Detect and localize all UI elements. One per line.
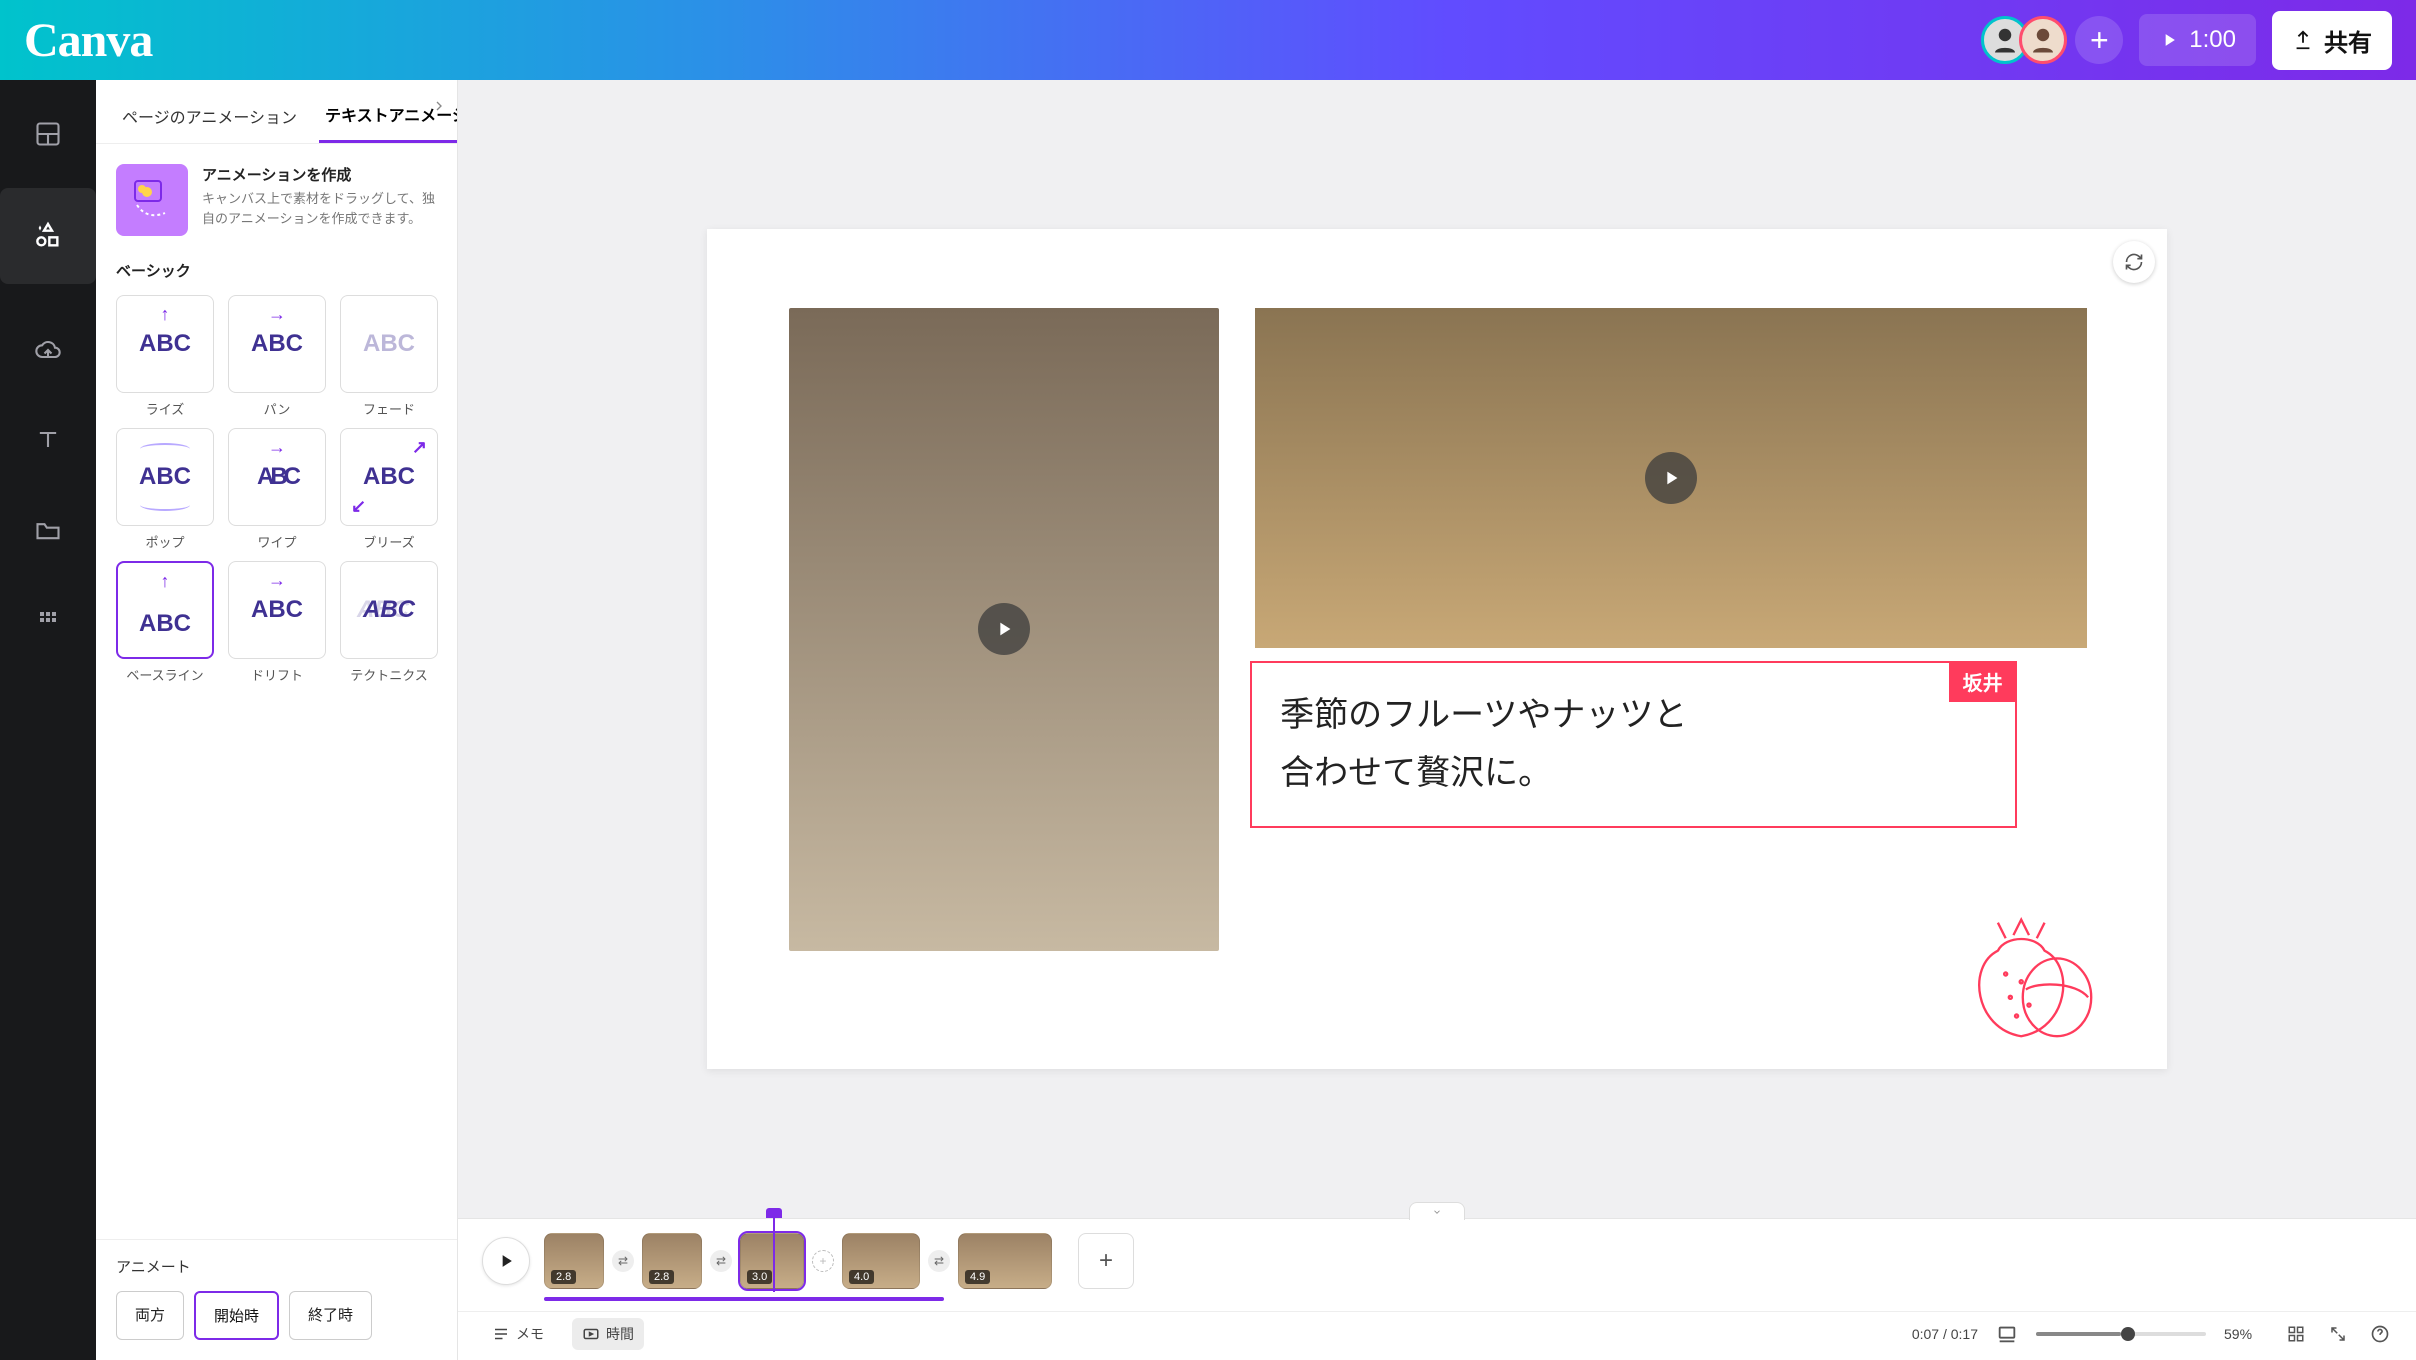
timeline-clip-1[interactable]: 2.8 xyxy=(544,1233,604,1289)
notes-icon xyxy=(492,1325,510,1343)
timeline-progress[interactable] xyxy=(544,1297,944,1301)
anim-tectonics[interactable]: ABC テクトニクス xyxy=(340,561,438,684)
canvas-video-left[interactable] xyxy=(789,308,1220,951)
duration-icon xyxy=(582,1325,600,1343)
editor-area: 坂井 季節のフルーツやナッツと 合わせて贅沢に。 xyxy=(458,80,2416,1360)
zoom-slider[interactable] xyxy=(2036,1332,2206,1336)
anim-breeze[interactable]: ↗↙ABC ブリーズ xyxy=(340,428,438,551)
animation-tabs: ページのアニメーション テキストアニメーション xyxy=(96,80,457,144)
timeline: 2.8 ⇄ 2.8 ⇄ 3.0 + 4.0 ⇄ 4.9 + xyxy=(458,1218,2416,1311)
animation-grid: ↑ABC ライズ →ABC パン ABC フェード ABC ポップ →ABC xyxy=(116,295,437,684)
expand-icon xyxy=(2329,1325,2347,1343)
play-icon xyxy=(1660,467,1682,489)
left-rail xyxy=(0,80,96,1360)
create-animation-desc: キャンバス上で素材をドラッグして、独自のアニメーションを作成できます。 xyxy=(202,189,437,228)
header: Canva + 1:00 共有 xyxy=(0,0,2416,80)
duration-button[interactable]: 時間 xyxy=(572,1318,644,1350)
play-icon xyxy=(2159,30,2179,50)
animate-timing-section: アニメート 両方 開始時 終了時 xyxy=(96,1239,457,1360)
replay-animation-button[interactable] xyxy=(2113,241,2155,283)
zoom-percent[interactable]: 59% xyxy=(2224,1326,2266,1342)
folder-icon xyxy=(34,516,62,544)
canvas-stage[interactable]: 坂井 季節のフルーツやナッツと 合わせて贅沢に。 xyxy=(458,80,2416,1218)
timeline-collapse-handle[interactable] xyxy=(1409,1202,1465,1220)
text-icon xyxy=(34,426,62,454)
anim-fade[interactable]: ABC フェード xyxy=(340,295,438,418)
add-collaborator-button[interactable]: + xyxy=(2075,16,2123,64)
play-icon xyxy=(496,1251,516,1271)
create-animation-card[interactable]: アニメーションを作成 キャンバス上で素材をドラッグして、独自のアニメーションを作… xyxy=(116,164,437,236)
tab-page-animation[interactable]: ページのアニメーション xyxy=(116,96,303,142)
share-label: 共有 xyxy=(2324,23,2372,58)
view-mode-icon[interactable] xyxy=(1996,1323,2018,1345)
transition-2-3[interactable]: ⇄ xyxy=(710,1250,732,1272)
pill-start[interactable]: 開始時 xyxy=(194,1291,279,1340)
canvas-text-element[interactable]: 坂井 季節のフルーツやナッツと 合わせて贅沢に。 xyxy=(1250,661,2017,829)
transition-1-2[interactable]: ⇄ xyxy=(612,1250,634,1272)
animate-timing-label: アニメート xyxy=(116,1256,437,1277)
animation-panel: ページのアニメーション テキストアニメーション アニメーションを作成 キャンバス… xyxy=(96,80,458,1360)
playhead[interactable] xyxy=(773,1216,775,1292)
elements-icon xyxy=(32,220,64,252)
canvas-page[interactable]: 坂井 季節のフルーツやナッツと 合わせて贅沢に。 xyxy=(707,229,2167,1069)
help-icon xyxy=(2370,1324,2390,1344)
rail-elements[interactable] xyxy=(0,188,96,284)
tabs-scroll-right[interactable] xyxy=(431,98,447,114)
cloud-upload-icon xyxy=(34,336,62,364)
bottom-bar: メモ 時間 0:07 / 0:17 59% xyxy=(458,1311,2416,1360)
rail-templates[interactable] xyxy=(24,110,72,158)
timeline-clip-5[interactable]: 4.9 xyxy=(958,1233,1052,1289)
help-button[interactable] xyxy=(2368,1322,2392,1346)
anim-drift[interactable]: →ABC ドリフト xyxy=(228,561,326,684)
add-page-button[interactable]: + xyxy=(1078,1233,1134,1289)
anim-rise[interactable]: ↑ABC ライズ xyxy=(116,295,214,418)
rail-uploads[interactable] xyxy=(24,326,72,374)
chevron-right-icon xyxy=(431,98,447,114)
transition-3-4[interactable]: + xyxy=(812,1250,834,1272)
chevron-down-icon xyxy=(1430,1207,1444,1217)
create-animation-title: アニメーションを作成 xyxy=(202,164,437,185)
anim-pan[interactable]: →ABC パン xyxy=(228,295,326,418)
canvas-video-right[interactable] xyxy=(1255,308,2087,648)
share-button[interactable]: 共有 xyxy=(2272,11,2392,70)
canva-logo[interactable]: Canva xyxy=(24,13,152,68)
play-icon xyxy=(993,618,1015,640)
pill-both[interactable]: 両方 xyxy=(116,1291,184,1340)
grid-icon xyxy=(2287,1325,2305,1343)
anim-baseline[interactable]: ↑ABC ベースライン xyxy=(116,561,214,684)
fullscreen-button[interactable] xyxy=(2326,1322,2350,1346)
author-badge: 坂井 xyxy=(1949,661,2017,702)
section-basic-label: ベーシック xyxy=(116,260,437,281)
templates-icon xyxy=(34,120,62,148)
bee-path-icon xyxy=(127,175,177,225)
notes-button[interactable]: メモ xyxy=(482,1318,554,1350)
upload-icon xyxy=(2292,29,2314,51)
video-play-button-left[interactable] xyxy=(978,603,1030,655)
timeline-clip-4[interactable]: 4.0 xyxy=(842,1233,920,1289)
present-duration: 1:00 xyxy=(2189,26,2236,54)
timecode: 0:07 / 0:17 xyxy=(1912,1326,1978,1342)
timeline-clips: 2.8 ⇄ 2.8 ⇄ 3.0 + 4.0 ⇄ 4.9 + xyxy=(544,1233,1134,1289)
timeline-play-button[interactable] xyxy=(482,1237,530,1285)
transition-4-5[interactable]: ⇄ xyxy=(928,1250,950,1272)
rail-projects[interactable] xyxy=(24,506,72,554)
create-animation-thumb xyxy=(116,164,188,236)
rail-apps[interactable] xyxy=(24,596,72,644)
canvas-text-content: 季節のフルーツやナッツと 合わせて贅沢に。 xyxy=(1280,687,1987,803)
present-button[interactable]: 1:00 xyxy=(2139,14,2256,66)
grid-view-button[interactable] xyxy=(2284,1322,2308,1346)
video-play-button-right[interactable] xyxy=(1645,452,1697,504)
anim-pop[interactable]: ABC ポップ xyxy=(116,428,214,551)
timeline-clip-2[interactable]: 2.8 xyxy=(642,1233,702,1289)
refresh-icon xyxy=(2124,252,2144,272)
avatar-user-2[interactable] xyxy=(2019,16,2067,64)
anim-wipe[interactable]: →ABC ワイプ xyxy=(228,428,326,551)
collaborator-avatars: + xyxy=(1981,16,2123,64)
timeline-clip-3[interactable]: 3.0 xyxy=(740,1233,804,1289)
strawberry-illustration[interactable] xyxy=(1949,904,2109,1044)
apps-icon xyxy=(36,608,60,632)
rail-text[interactable] xyxy=(24,416,72,464)
pill-end[interactable]: 終了時 xyxy=(289,1291,372,1340)
